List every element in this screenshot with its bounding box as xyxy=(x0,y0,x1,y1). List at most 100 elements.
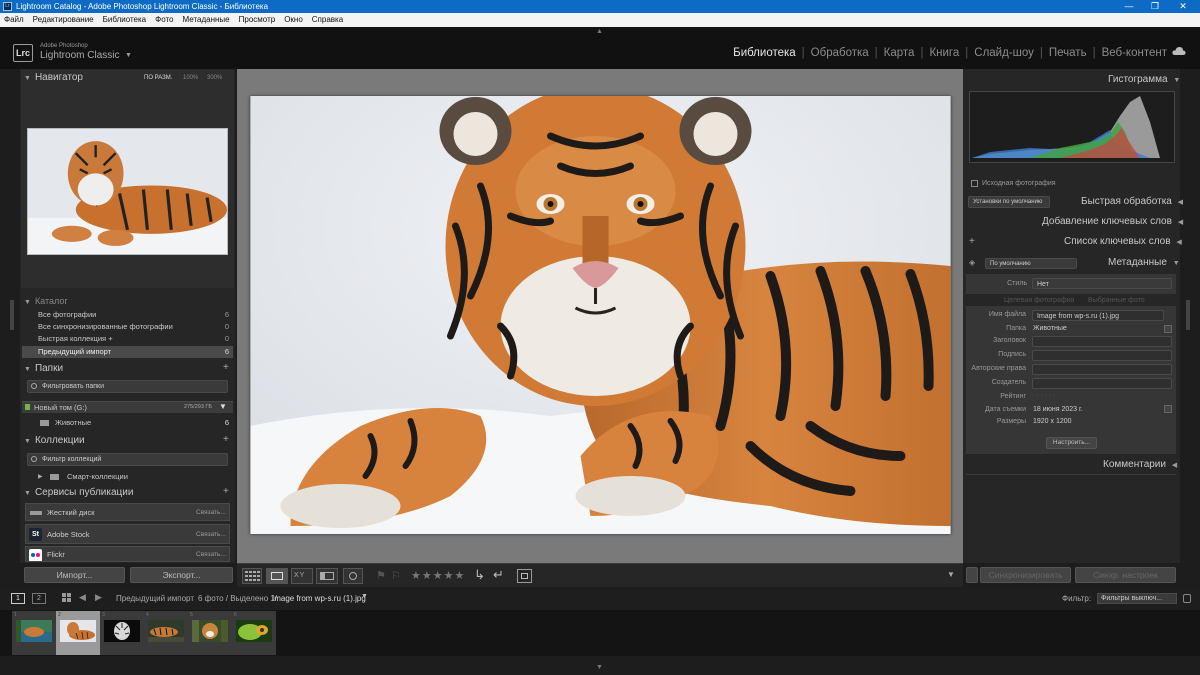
menu-photo[interactable]: Фото xyxy=(151,13,178,27)
comments-header[interactable]: Комментарии ◀ xyxy=(1103,458,1181,472)
filmstrip-thumb[interactable]: 5 xyxy=(188,611,232,655)
navigator-header[interactable]: ▼ Навигатор xyxy=(24,71,83,85)
minimize-button[interactable]: — xyxy=(1116,0,1142,13)
menu-file[interactable]: Файл xyxy=(0,13,29,27)
module-develop[interactable]: Обработка xyxy=(811,47,869,59)
tab-selected-photos[interactable]: Выбранные фото xyxy=(1088,297,1145,304)
volume-collapse-icon[interactable]: ▼ xyxy=(219,402,227,411)
reject-flag-icon[interactable]: ⚐ xyxy=(391,569,401,582)
copyright-field[interactable] xyxy=(1032,364,1172,375)
zoom-fit[interactable]: ПО РАЗМ. xyxy=(144,75,172,81)
monitor-2-button[interactable]: 2 xyxy=(32,593,46,604)
zoom-100[interactable]: 100% xyxy=(183,75,198,81)
survey-view-icon[interactable] xyxy=(316,568,338,584)
identity-plate-menu-icon[interactable]: ▼ xyxy=(125,52,132,59)
zoom-300[interactable]: 300% xyxy=(207,75,222,81)
histogram-header[interactable]: Гистограмма ▼ xyxy=(1108,73,1184,87)
expand-icon[interactable]: ▶ xyxy=(38,473,43,480)
module-print[interactable]: Печать xyxy=(1049,47,1087,59)
quick-develop-preset[interactable]: Установки по умолчанию xyxy=(968,196,1050,208)
metadata-header[interactable]: Метаданные ▼ xyxy=(1108,256,1184,270)
add-collection-icon[interactable]: + xyxy=(223,434,229,445)
original-photo-checkbox[interactable] xyxy=(971,180,978,187)
grid-view-icon[interactable] xyxy=(242,568,262,584)
monitor-1-button[interactable]: 1 xyxy=(11,593,25,604)
connect-link[interactable]: Связать... xyxy=(196,551,226,558)
metadata-preset-select[interactable]: По умолчанию xyxy=(985,258,1077,269)
edit-date-icon[interactable] xyxy=(1164,405,1172,413)
menu-edit[interactable]: Редактирование xyxy=(29,13,99,27)
sync-toggle[interactable] xyxy=(966,567,978,583)
filter-select[interactable]: Фильтры выключ... xyxy=(1097,593,1177,604)
filename-menu-icon[interactable]: ▼ xyxy=(361,593,368,600)
histogram[interactable] xyxy=(969,91,1175,163)
rotate-left-icon[interactable]: ↳ xyxy=(474,567,485,583)
toolbar-menu-icon[interactable]: ▼ xyxy=(947,570,955,579)
export-button[interactable]: Экспорт... xyxy=(130,567,233,583)
connect-link[interactable]: Связать... xyxy=(196,531,226,538)
rotate-right-icon[interactable]: ↵ xyxy=(493,567,504,583)
service-adobe-stock[interactable]: St Adobe Stock Связать... xyxy=(25,524,230,544)
top-panel-toggle-icon[interactable]: ▲ xyxy=(596,28,603,35)
module-map[interactable]: Карта xyxy=(884,47,915,59)
creator-field[interactable] xyxy=(1032,378,1172,389)
module-book[interactable]: Книга xyxy=(929,47,959,59)
close-button[interactable]: ✕ xyxy=(1170,0,1196,13)
forward-arrow-icon[interactable]: ▶ xyxy=(95,592,102,603)
bottom-panel-toggle-icon[interactable]: ▼ xyxy=(596,664,603,671)
add-publish-service-icon[interactable]: + xyxy=(223,486,229,497)
metadata-view-icon[interactable]: ◈ xyxy=(969,258,975,267)
rating-stars[interactable]: ★★★★★ xyxy=(411,569,465,582)
back-arrow-icon[interactable]: ◀ xyxy=(79,592,86,603)
catalog-header[interactable]: ▼ Каталог xyxy=(24,294,68,308)
filmstrip-thumb[interactable]: 4 xyxy=(144,611,188,655)
collections-header[interactable]: ▼ Коллекции xyxy=(24,434,85,448)
menu-library[interactable]: Библиотека xyxy=(99,13,152,27)
menu-metadata[interactable]: Метаданные xyxy=(179,13,235,27)
quick-develop-header[interactable]: Быстрая обработка ◀ xyxy=(1081,195,1187,209)
service-flickr[interactable]: Flickr Связать... xyxy=(25,546,230,562)
filmstrip-thumb[interactable]: 6 xyxy=(232,611,276,655)
maximize-button[interactable]: ❐ xyxy=(1142,0,1168,13)
crop-overlay-icon[interactable] xyxy=(517,569,532,583)
caption-field[interactable] xyxy=(1032,350,1172,361)
customize-button[interactable]: Настроить... xyxy=(1046,437,1097,449)
compare-view-icon[interactable]: XY xyxy=(291,568,313,584)
cloud-sync-icon[interactable] xyxy=(1172,46,1186,56)
main-photo[interactable] xyxy=(250,96,951,534)
rating-dots[interactable]: ····· xyxy=(1036,392,1058,399)
navigator-preview[interactable] xyxy=(27,128,228,255)
right-panel-toggle[interactable] xyxy=(1186,300,1190,330)
add-keywords-header[interactable]: Добавление ключевых слов ◀ xyxy=(1042,215,1187,229)
connect-link[interactable]: Связать... xyxy=(196,509,226,516)
style-select[interactable]: Нет xyxy=(1032,278,1172,289)
synchronize-button[interactable]: Синхронизировать xyxy=(980,567,1071,583)
folder-filter-input[interactable]: Фильтровать папки xyxy=(27,380,228,393)
folders-header[interactable]: ▼ Папки xyxy=(24,362,63,376)
title-field[interactable] xyxy=(1032,336,1172,347)
go-to-folder-icon[interactable] xyxy=(1164,325,1172,333)
module-slideshow[interactable]: Слайд-шоу xyxy=(974,47,1034,59)
menu-help[interactable]: Справка xyxy=(308,13,348,27)
sync-settings-button[interactable]: Синхр. настроек xyxy=(1075,567,1176,583)
import-button[interactable]: Импорт... xyxy=(24,567,125,583)
module-library[interactable]: Библиотека xyxy=(733,47,796,59)
filmstrip-thumb[interactable]: 1 xyxy=(12,611,56,655)
collection-filter-input[interactable]: Фильтр коллекций xyxy=(27,453,228,466)
loupe-view-icon[interactable] xyxy=(266,568,288,584)
module-web[interactable]: Веб-контент xyxy=(1102,47,1167,59)
filename-field[interactable]: Image from wp-s.ru (1).jpg xyxy=(1032,310,1164,321)
tab-target-photo[interactable]: Целевая фотография xyxy=(1004,297,1074,304)
add-folder-icon[interactable]: + xyxy=(223,362,229,373)
left-panel-toggle[interactable] xyxy=(10,300,14,330)
grid-icon[interactable] xyxy=(62,593,72,603)
menu-window[interactable]: Окно xyxy=(280,13,308,27)
people-view-icon[interactable] xyxy=(343,568,363,584)
service-hard-drive[interactable]: Жесткий диск Связать... xyxy=(25,503,230,521)
keyword-list-header[interactable]: Список ключевых слов ◀ xyxy=(1064,235,1186,249)
filmstrip-thumb[interactable]: 3 xyxy=(100,611,144,655)
filter-lock-icon[interactable] xyxy=(1183,594,1191,603)
filmstrip-source[interactable]: Предыдущий импорт xyxy=(116,594,194,603)
flag-icon[interactable]: ⚑ xyxy=(376,569,386,582)
publish-services-header[interactable]: ▼ Сервисы публикации xyxy=(24,486,133,500)
